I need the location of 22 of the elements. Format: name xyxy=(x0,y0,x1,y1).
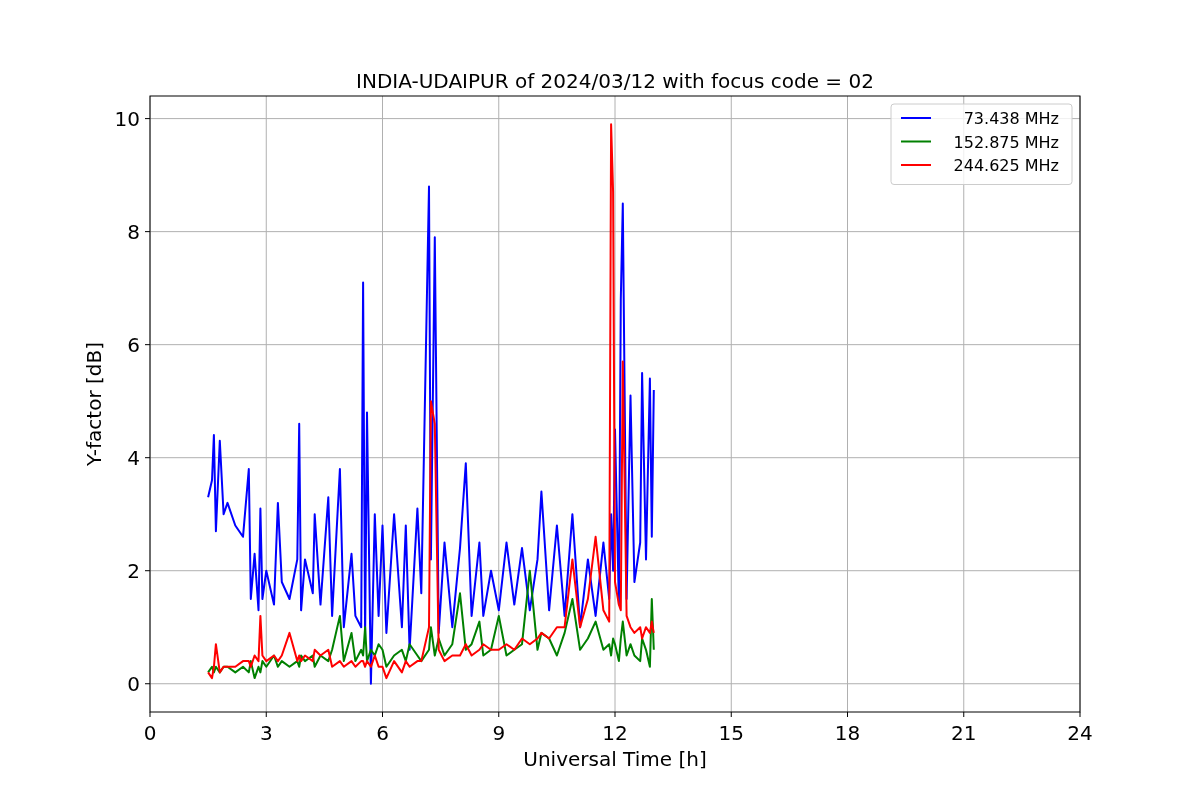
chart-title: INDIA-UDAIPUR of 2024/03/12 with focus code = 02 xyxy=(356,69,874,93)
legend-label: 244.625 MHz xyxy=(953,156,1059,175)
legend-label: 73.438 MHz xyxy=(963,109,1059,128)
axis-tick-label: 0 xyxy=(143,721,157,745)
y-axis-label: Y-factor [dB] xyxy=(82,342,106,466)
axis-tick-label: 15 xyxy=(718,721,744,745)
legend-label: 152.875 MHz xyxy=(953,132,1059,152)
axis-tick-label: 2 xyxy=(127,558,140,583)
axis-tick-label: 18 xyxy=(834,721,861,745)
axis-tick-label: 21 xyxy=(951,721,977,745)
x-axis-label: Universal Time [h] xyxy=(523,747,707,771)
axis-tick-label: 9 xyxy=(492,721,506,745)
legend-swatch xyxy=(900,140,932,143)
axis-tick-label: 6 xyxy=(127,332,140,357)
axis-tick-label: 24 xyxy=(1067,721,1093,745)
axis-tick-label: 3 xyxy=(259,721,273,745)
axis-tick-label: 4 xyxy=(127,445,140,470)
axis-tick-label: 8 xyxy=(127,219,140,244)
axis-tick-label: 12 xyxy=(602,721,628,745)
axis-tick-label: 10 xyxy=(114,106,140,131)
axis-tick-label: 0 xyxy=(127,671,140,696)
axis-tick-label: 6 xyxy=(376,721,389,745)
